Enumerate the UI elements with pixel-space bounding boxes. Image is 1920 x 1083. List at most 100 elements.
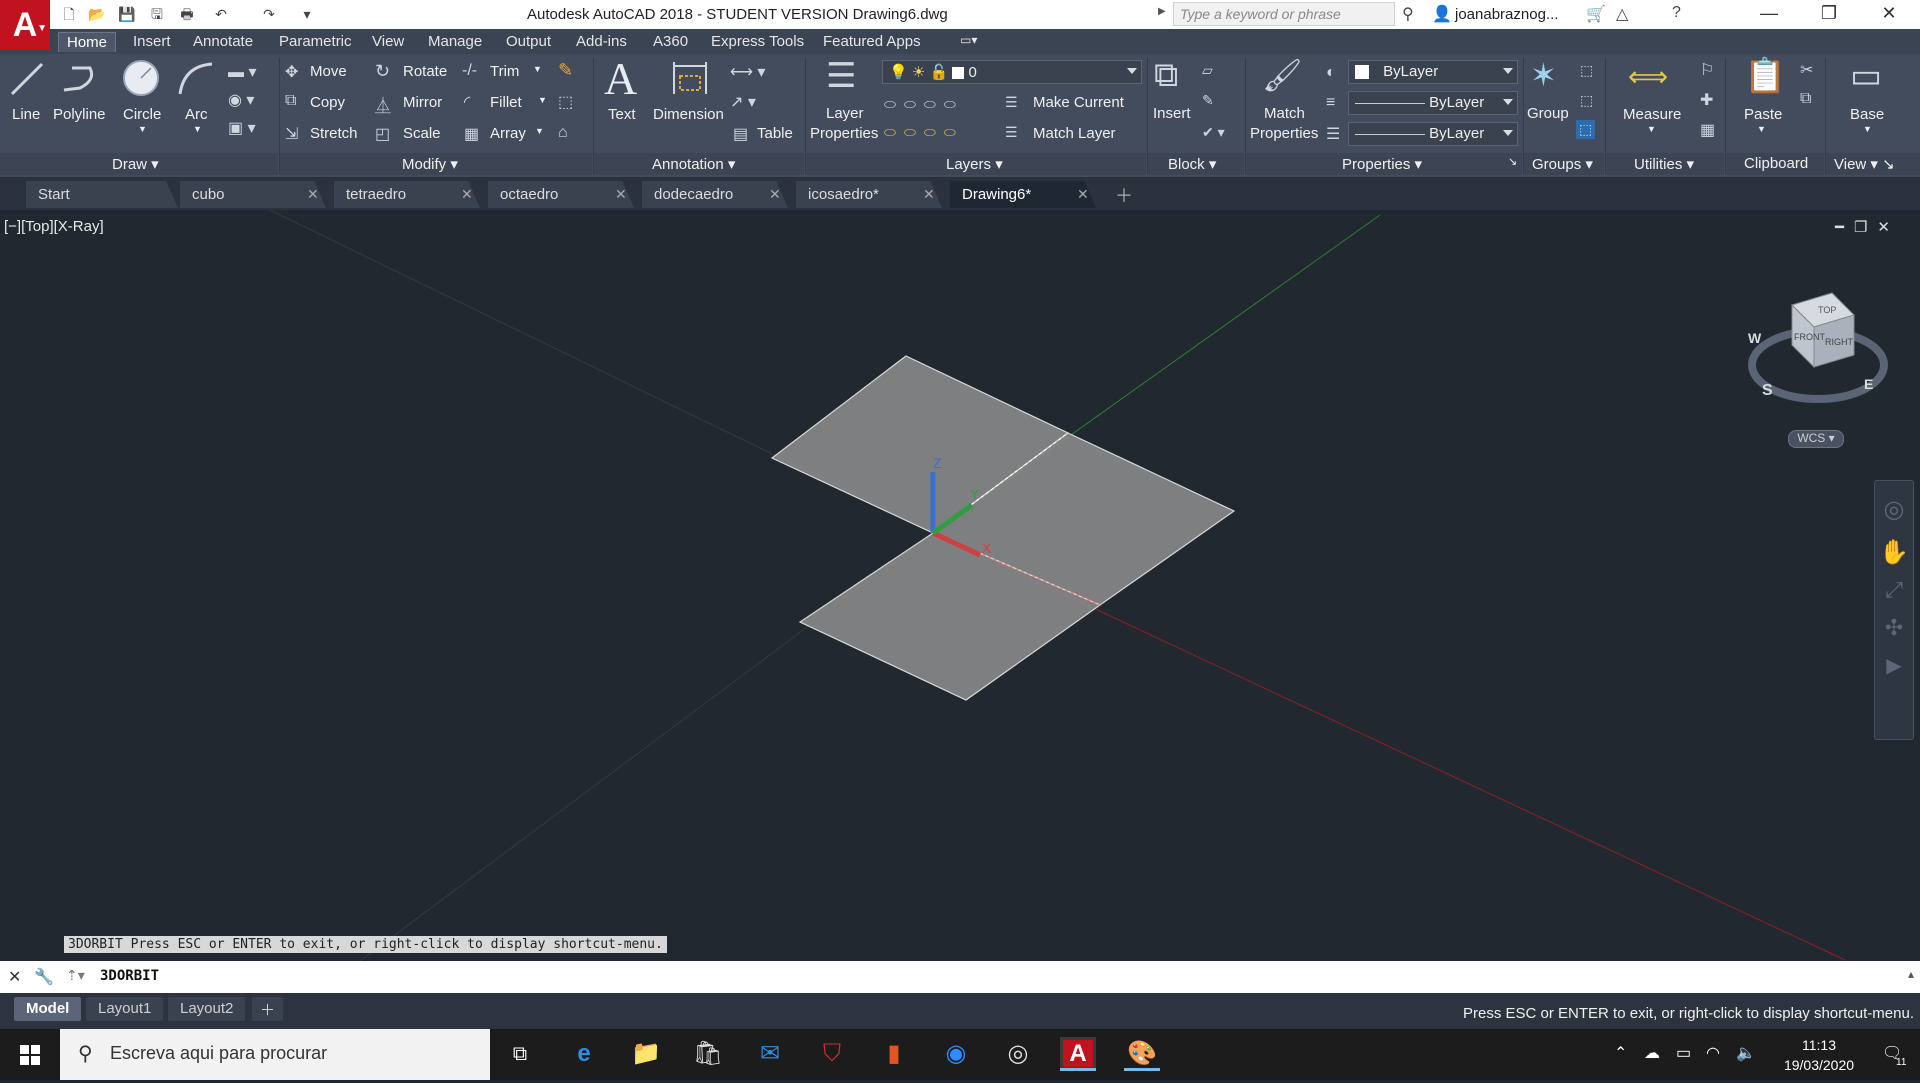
microsoft-store-icon[interactable]: 🛍 xyxy=(690,1037,726,1071)
layer-tools-row1-icons[interactable]: ⬭⬭⬭⬭ xyxy=(884,96,964,113)
mirror-button[interactable]: Mirror xyxy=(403,94,442,111)
viewport-controls-label[interactable]: [−][Top][X-Ray] xyxy=(4,218,104,235)
zoom-icon[interactable]: ◉ xyxy=(938,1037,974,1071)
minimize-viewport-icon[interactable]: ━ xyxy=(1835,219,1854,236)
showmotion-icon[interactable]: ▶ xyxy=(1875,653,1913,678)
drawing-viewport[interactable]: Z X Y [−][Top][X-Ray] ━❐✕ TOP FRONT RIGH… xyxy=(0,210,1920,961)
boundary-icon[interactable]: ▣ ▾ xyxy=(228,118,256,138)
erase-icon[interactable]: ✎ xyxy=(558,60,573,81)
scale-button[interactable]: Scale xyxy=(403,125,441,142)
add-layout-icon[interactable]: ＋ xyxy=(252,997,284,1021)
layout-tab-layout1[interactable]: Layout1 xyxy=(86,997,164,1021)
layer-tools-row2-icons[interactable]: ⬭⬭⬭⬭ xyxy=(884,124,964,141)
ribbon-toggle-icon[interactable]: ▭▾ xyxy=(952,32,985,48)
office-icon[interactable]: ▮ xyxy=(876,1037,912,1071)
close-tab-icon[interactable]: ✕ xyxy=(615,186,627,203)
quick-access-dropdown-icon[interactable]: ▾ xyxy=(296,3,318,25)
customize-wrench-icon[interactable]: 🔧 xyxy=(34,967,54,987)
paint-icon[interactable]: 🎨 xyxy=(1124,1037,1160,1071)
block-panel-title[interactable]: Block ▾ xyxy=(1168,155,1216,173)
undo-icon[interactable]: ↶ xyxy=(210,3,232,25)
paste-dropdown-icon[interactable]: ▼ xyxy=(1757,124,1766,134)
orbit-icon[interactable]: ✣ xyxy=(1875,615,1913,641)
pan-hand-icon[interactable]: ✋ xyxy=(1875,538,1913,567)
trim-dropdown-icon[interactable]: ▼ xyxy=(533,64,542,74)
tab-insert[interactable]: Insert xyxy=(125,32,179,51)
redo-icon[interactable]: ↷ xyxy=(258,3,280,25)
lineweight-dropdown[interactable]: ByLayer xyxy=(1348,122,1518,146)
wifi-icon[interactable]: ◠ xyxy=(1706,1043,1720,1063)
file-tab-start[interactable]: Start xyxy=(26,181,178,208)
recent-commands-icon[interactable]: ⇡▾ xyxy=(66,967,85,984)
search-input[interactable]: Type a keyword or phrase xyxy=(1173,2,1395,26)
offset-icon[interactable]: ⌂ xyxy=(558,124,568,142)
rectangle-icon[interactable]: ▬ ▾ xyxy=(228,62,256,82)
file-tab-icosaedro[interactable]: icosaedro* xyxy=(796,181,942,208)
task-view-icon[interactable]: ⧉ xyxy=(502,1037,538,1071)
draw-panel-title[interactable]: Draw ▾ xyxy=(112,155,159,173)
fillet-button[interactable]: Fillet xyxy=(490,94,522,111)
linetype-dropdown[interactable]: ByLayer xyxy=(1348,91,1518,115)
tab-express-tools[interactable]: Express Tools xyxy=(703,32,812,51)
layer-dropdown[interactable]: 💡 ☀ 🔓 0 xyxy=(882,60,1142,84)
a360-icon[interactable]: △ xyxy=(1616,4,1628,24)
properties-panel-title[interactable]: Properties ▾ xyxy=(1342,155,1422,173)
tray-expand-icon[interactable]: ⌃ xyxy=(1614,1043,1627,1063)
match-layer-button[interactable]: Match Layer xyxy=(1033,125,1116,142)
leader-icon[interactable]: ↗ ▾ xyxy=(730,92,756,112)
wcs-menu[interactable]: WCS ▾ xyxy=(1788,430,1844,448)
group-selection-icon[interactable]: ⬚ xyxy=(1576,120,1596,139)
tab-add-ins[interactable]: Add-ins xyxy=(568,32,635,51)
block-attributes-icon[interactable]: ✔ ▾ xyxy=(1202,124,1225,141)
group-edit-icon[interactable]: ⬚ xyxy=(1580,92,1593,109)
chrome-icon[interactable]: ◎ xyxy=(1000,1037,1036,1071)
array-dropdown-icon[interactable]: ▼ xyxy=(535,126,544,136)
save-icon[interactable]: 💾 xyxy=(116,3,138,25)
tab-parametric[interactable]: Parametric xyxy=(271,32,360,51)
tab-annotate[interactable]: Annotate xyxy=(185,32,261,51)
make-current-button[interactable]: Make Current xyxy=(1033,94,1124,111)
user-sign-in[interactable]: joanabraznog... xyxy=(1455,6,1558,23)
trim-button[interactable]: Trim xyxy=(490,63,519,80)
mcafee-icon[interactable]: ⛉ xyxy=(814,1037,850,1071)
zoom-extents-icon[interactable]: ⤢ xyxy=(1875,577,1913,603)
start-button[interactable] xyxy=(0,1029,60,1080)
copy-clip-icon[interactable]: ⧉ xyxy=(1800,90,1811,108)
array-button[interactable]: Array xyxy=(490,125,526,142)
command-line-scroll-icon[interactable]: ▴ xyxy=(1908,967,1914,981)
close-window-button[interactable]: ✕ xyxy=(1860,0,1918,29)
minimize-button[interactable]: — xyxy=(1740,0,1798,29)
modify-panel-title[interactable]: Modify ▾ xyxy=(402,155,458,173)
compass-west[interactable]: W xyxy=(1748,330,1762,346)
volume-icon[interactable]: 🔈 xyxy=(1736,1043,1756,1063)
utilities-panel-title[interactable]: Utilities ▾ xyxy=(1634,155,1694,173)
file-tab-dodecaedro[interactable]: dodecaedro xyxy=(642,181,788,208)
viewcube[interactable]: TOP FRONT RIGHT W S E xyxy=(1740,285,1900,415)
restore-viewport-icon[interactable]: ❐ xyxy=(1854,219,1877,236)
tab-view[interactable]: View xyxy=(364,32,412,51)
battery-icon[interactable]: ▭ xyxy=(1676,1043,1691,1063)
close-tab-icon[interactable]: ✕ xyxy=(461,186,473,203)
copy-button[interactable]: Copy xyxy=(310,94,345,111)
calculator-icon[interactable]: ▦ xyxy=(1700,120,1715,140)
steering-wheel-icon[interactable]: ◎ xyxy=(1875,495,1913,524)
edge-browser-icon[interactable]: e xyxy=(566,1037,602,1071)
cart-icon[interactable]: 🛒 xyxy=(1586,4,1606,24)
layers-panel-title[interactable]: Layers ▾ xyxy=(946,155,1003,173)
drawing-canvas[interactable]: Z X Y xyxy=(0,210,1920,961)
user-icon[interactable]: 👤 xyxy=(1432,4,1452,24)
view-panel-title[interactable]: View ▾ ↘ xyxy=(1834,155,1895,173)
ungroup-icon[interactable]: ⬚ xyxy=(1580,62,1593,79)
binoculars-icon[interactable]: ⚲ xyxy=(1402,4,1414,24)
plot-icon[interactable]: 🖶 xyxy=(176,3,198,25)
new-tab-icon[interactable]: ＋ xyxy=(1115,182,1133,208)
search-expand-icon[interactable]: ▶ xyxy=(1158,6,1166,17)
layout-tab-model[interactable]: Model xyxy=(14,997,82,1021)
compass-south[interactable]: S xyxy=(1762,382,1773,399)
compass-east[interactable]: E xyxy=(1864,376,1873,392)
cut-icon[interactable]: ✂ xyxy=(1800,60,1813,80)
base-dropdown-icon[interactable]: ▼ xyxy=(1863,124,1872,134)
viewport-window-controls[interactable]: ━❐✕ xyxy=(1835,218,1900,236)
taskbar-search-input[interactable]: ⚲ Escreva aqui para procurar xyxy=(60,1029,490,1080)
properties-launcher-icon[interactable]: ↘ xyxy=(1508,155,1517,168)
